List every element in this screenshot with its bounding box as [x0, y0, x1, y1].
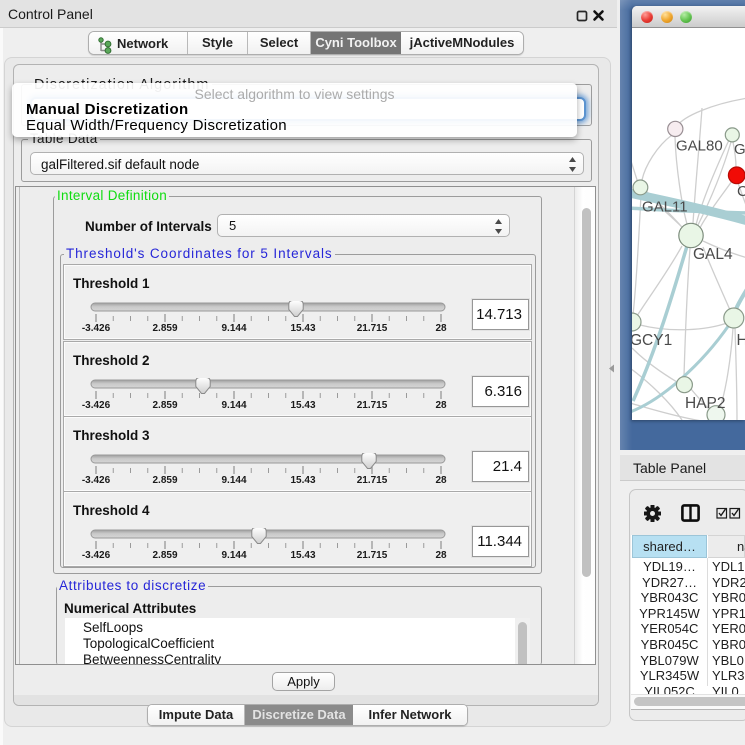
- svg-text:HAP2: HAP2: [685, 395, 726, 412]
- svg-text:GAL80: GAL80: [676, 138, 723, 155]
- svg-text:GAL4: GAL4: [693, 246, 733, 263]
- svg-text:GCY1: GCY1: [632, 332, 672, 349]
- svg-text:C: C: [737, 183, 745, 200]
- svg-text:GAL11: GAL11: [642, 199, 688, 216]
- svg-text:H: H: [737, 332, 745, 349]
- svg-text:GA: GA: [734, 141, 745, 158]
